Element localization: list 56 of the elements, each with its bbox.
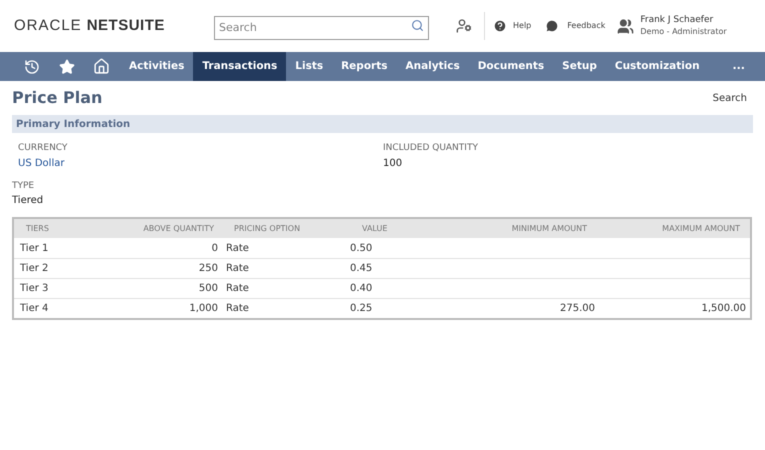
table-cell: 0.25 (350, 303, 372, 314)
recent-icon[interactable] (24, 58, 40, 74)
user-role: Demo - Administrator (640, 26, 727, 37)
table-cell: 1,000 (189, 303, 218, 314)
nav-tab[interactable]: Transactions (193, 52, 286, 81)
table-cell: Rate (226, 263, 249, 274)
nav-tab[interactable]: Setup (553, 52, 606, 81)
help-link[interactable]: Help (513, 20, 532, 32)
table-cell: 0.40 (350, 283, 372, 294)
table-cell: Rate (226, 242, 249, 254)
page-title: Price Plan (12, 87, 102, 109)
home-icon[interactable] (93, 58, 110, 75)
table-cell: 250 (198, 263, 218, 274)
nav-tab[interactable]: Lists (286, 52, 332, 81)
field-value: 100 (383, 156, 404, 170)
table-cell: 0.50 (350, 242, 372, 254)
table-cell: 500 (198, 283, 218, 294)
table-cell: 1,500.00 (701, 303, 746, 314)
table-cell: 0 (212, 242, 218, 254)
field-label: INCLUDED QUANTITY (383, 142, 478, 155)
column-header: ABOVE QUANTITY (142, 222, 215, 234)
table-cell: 275.00 (560, 303, 595, 314)
table-cell: Tier 2 (20, 263, 48, 274)
column-header: TIERS (25, 222, 50, 234)
table-cell: Rate (226, 283, 249, 294)
user-switch-icon[interactable] (456, 18, 472, 34)
feedback-link[interactable]: Feedback (567, 20, 606, 32)
search-icon (411, 19, 424, 32)
column-header: VALUE (361, 222, 388, 234)
field-label: CURRENCY (18, 142, 68, 155)
field-label: TYPE (12, 180, 36, 192)
nav-tab[interactable]: Customization (606, 52, 709, 81)
nav-tab[interactable]: Documents (468, 52, 554, 81)
nav-tab[interactable]: Analytics (396, 52, 469, 81)
help-icon[interactable] (493, 19, 507, 33)
roles-icon[interactable] (617, 18, 634, 34)
field-link[interactable]: US Dollar (18, 156, 383, 170)
search-field[interactable]: Search (214, 16, 429, 40)
table-cell: Rate (226, 303, 249, 314)
nav-tab[interactable]: Activities (120, 52, 194, 81)
search-link[interactable]: Search (712, 90, 747, 106)
table-cell: Tier 1 (20, 242, 48, 254)
table-cell: Tier 3 (20, 283, 48, 294)
logo[interactable]: ORACLE NETSUITE (14, 14, 214, 38)
table-cell: Tier 4 (20, 303, 48, 314)
feedback-icon[interactable] (545, 19, 560, 33)
user-name: Frank J Schaefer (640, 15, 714, 26)
nav-tab[interactable]: Reports (332, 52, 396, 81)
table-cell: 0.45 (350, 263, 372, 274)
field-value: Tiered (12, 194, 44, 208)
column-header: MAXIMUM AMOUNT (661, 222, 741, 234)
column-header: MINIMUM AMOUNT (510, 222, 588, 234)
section-header: Primary Information (12, 115, 753, 133)
more-menu[interactable]: ... (732, 58, 745, 75)
star-icon[interactable] (59, 58, 75, 74)
column-header: PRICING OPTION (233, 222, 302, 234)
